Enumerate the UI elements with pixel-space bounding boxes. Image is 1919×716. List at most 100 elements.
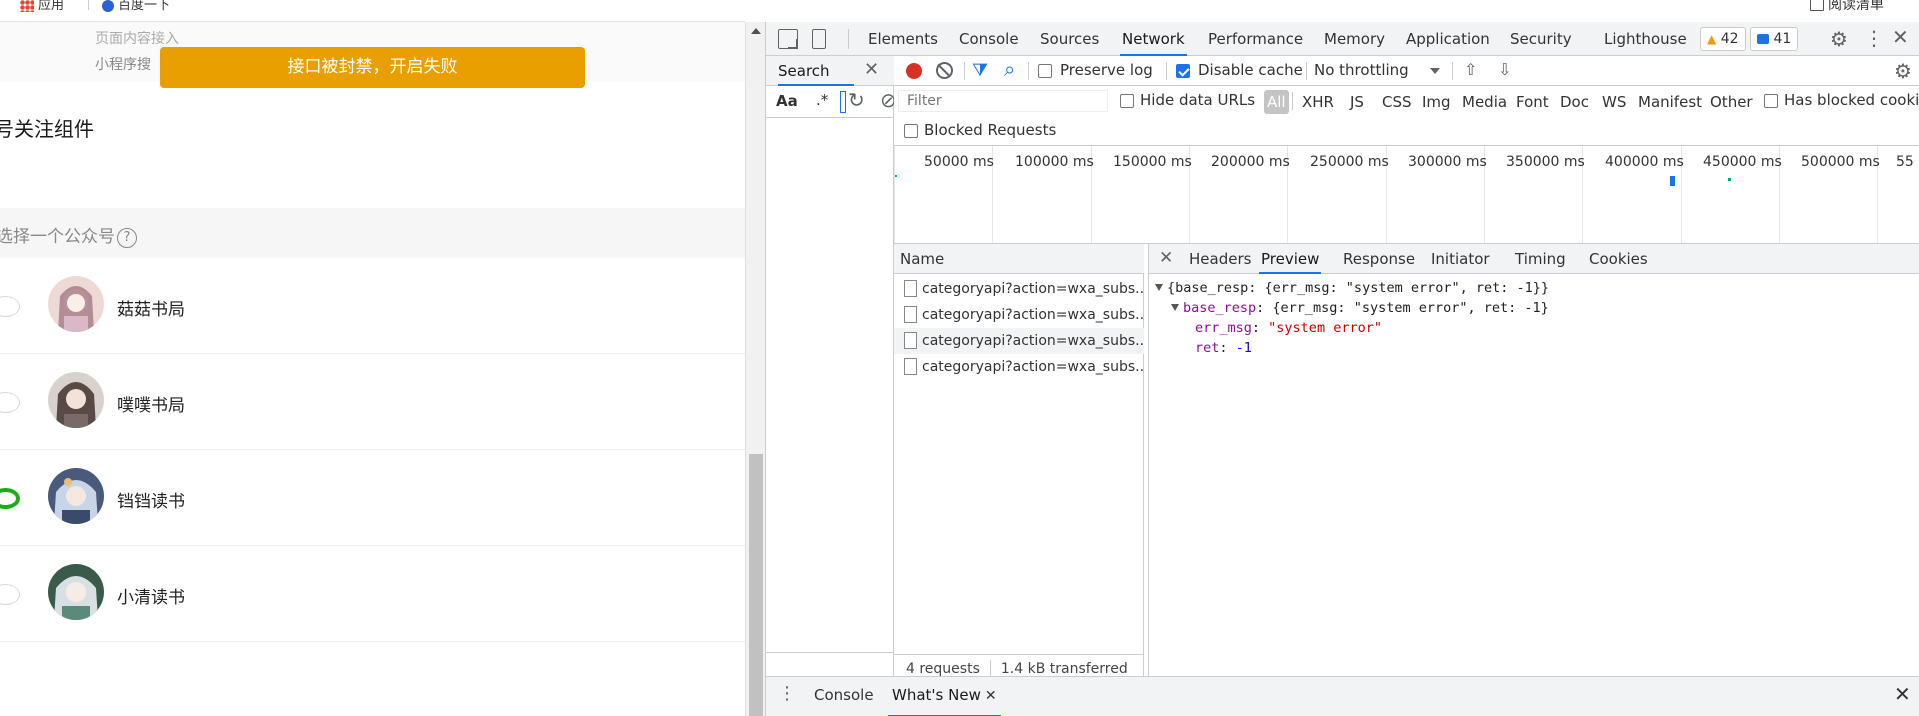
timeline-label: 400000 ms (1605, 154, 1684, 170)
json-root-line[interactable]: {base_resp: {err_msg: "system error", re… (1155, 278, 1549, 298)
tab-initiator[interactable]: Initiator (1429, 244, 1492, 274)
account-radio-selected[interactable] (0, 488, 20, 509)
close-drawer-icon[interactable]: ✕ (1894, 682, 1911, 706)
tab-network[interactable]: Network (1120, 22, 1187, 56)
tab-elements[interactable]: Elements (866, 22, 940, 56)
timeline-overview[interactable]: 50000 ms 100000 ms 150000 ms 200000 ms 2… (894, 146, 1919, 244)
disable-cache-checkbox[interactable] (1176, 64, 1190, 78)
drawer-tab-console[interactable]: Console (810, 677, 878, 716)
filter-input[interactable] (898, 90, 1108, 112)
type-filter-xhr[interactable]: XHR (1302, 90, 1334, 114)
drawer-menu-icon[interactable]: ⋮ (778, 683, 796, 704)
json-base-resp-line[interactable]: base_resp: {err_msg: "system error", ret… (1155, 298, 1549, 318)
tab-sources[interactable]: Sources (1038, 22, 1101, 56)
export-har-icon[interactable]: ⇩ (1498, 60, 1511, 79)
document-icon (904, 332, 917, 349)
tab-performance[interactable]: Performance (1206, 22, 1305, 56)
blocked-requests-checkbox[interactable] (904, 124, 918, 138)
tab-memory[interactable]: Memory (1322, 22, 1387, 56)
preserve-log-checkbox[interactable] (1038, 64, 1052, 78)
search-input[interactable] (840, 91, 846, 113)
record-icon[interactable] (906, 63, 922, 79)
tab-security[interactable]: Security (1508, 22, 1574, 56)
network-settings-icon[interactable]: ⚙ (1894, 59, 1912, 83)
request-row[interactable]: categoryapi?action=wxa_subs... (894, 354, 1144, 380)
throttling-select[interactable]: No throttling (1314, 61, 1409, 79)
json-err-msg-line: err_msg: "system error" (1195, 320, 1382, 336)
device-toolbar-icon[interactable] (812, 29, 826, 49)
account-radio[interactable] (0, 296, 20, 317)
avatar (48, 468, 104, 524)
account-radio[interactable] (0, 584, 20, 605)
close-devtools-icon[interactable]: ✕ (1892, 25, 1909, 49)
close-detail-icon[interactable]: ✕ (1159, 248, 1173, 268)
close-tab-icon[interactable]: ✕ (985, 688, 997, 704)
type-filter-media[interactable]: Media (1462, 90, 1507, 114)
chevron-down-icon[interactable] (1430, 68, 1440, 74)
submenu-item-content[interactable]: 页面内容接入 (95, 28, 179, 48)
tab-preview[interactable]: Preview (1259, 244, 1322, 274)
tab-console[interactable]: Console (957, 22, 1021, 56)
tab-response[interactable]: Response (1341, 244, 1417, 274)
settings-gear-icon[interactable]: ⚙ (1830, 27, 1848, 51)
request-row[interactable]: categoryapi?action=wxa_subs... (894, 276, 1144, 302)
account-radio[interactable] (0, 392, 20, 413)
json-preview: {base_resp: {err_msg: "system error", re… (1155, 278, 1549, 358)
match-case-button[interactable]: Aa (776, 92, 798, 110)
expand-triangle-icon[interactable] (1171, 304, 1179, 311)
tab-application[interactable]: Application (1404, 22, 1492, 56)
refresh-icon[interactable]: ↻ (848, 88, 865, 112)
type-filter-doc[interactable]: Doc (1560, 90, 1589, 114)
submenu-item-search[interactable]: 小程序搜 (95, 54, 151, 74)
bookmark-baidu[interactable]: 百度一下 (102, 0, 170, 13)
more-options-icon[interactable]: ⋮ (1864, 26, 1884, 50)
reading-list-button[interactable]: 阅读清单 (1810, 0, 1884, 14)
tab-cookies[interactable]: Cookies (1587, 244, 1650, 274)
request-row-selected[interactable]: categoryapi?action=wxa_subs... (894, 328, 1144, 354)
filter-funnel-icon[interactable]: ⧩ (972, 60, 988, 81)
search-pane-header: Search ✕ (766, 56, 894, 86)
request-row[interactable]: categoryapi?action=wxa_subs... (894, 302, 1144, 328)
regex-button[interactable]: .* (816, 91, 828, 109)
reading-list-icon (1810, 0, 1824, 11)
expand-triangle-icon[interactable] (1155, 284, 1163, 291)
messages-badge[interactable]: 41 (1750, 27, 1799, 51)
warnings-badge[interactable]: ▲ 42 (1700, 27, 1746, 51)
type-filter-font[interactable]: Font (1516, 90, 1549, 114)
tab-lighthouse[interactable]: Lighthouse (1602, 22, 1689, 56)
import-har-icon[interactable]: ⇧ (1464, 60, 1477, 79)
tab-timing[interactable]: Timing (1513, 244, 1568, 274)
inspect-element-icon[interactable] (778, 29, 798, 49)
account-row[interactable]: 铛铛读书 (0, 450, 745, 546)
page-scrollbar[interactable] (745, 22, 765, 716)
search-tab[interactable]: Search (778, 56, 854, 86)
hide-data-urls-checkbox[interactable] (1120, 94, 1134, 108)
error-toast: 接口被封禁，开启失败 (160, 47, 585, 88)
bookmark-apps[interactable]: 应用 (20, 0, 64, 13)
document-icon (904, 280, 917, 297)
tab-headers[interactable]: Headers (1187, 244, 1253, 274)
account-row[interactable]: 菇菇书局 (0, 258, 745, 354)
help-icon[interactable]: ? (117, 228, 137, 248)
type-filter-other[interactable]: Other (1710, 90, 1753, 114)
type-filter-ws[interactable]: WS (1602, 90, 1626, 114)
account-row[interactable]: 噗噗书局 (0, 354, 745, 450)
has-blocked-cookies-checkbox[interactable] (1764, 94, 1778, 108)
search-icon[interactable]: ⌕ (1004, 57, 1015, 81)
timeline-label: 55 (1896, 154, 1914, 170)
type-filter-manifest[interactable]: Manifest (1638, 90, 1702, 114)
scroll-up-arrow-icon[interactable] (751, 28, 761, 34)
type-filter-all[interactable]: All (1264, 90, 1289, 114)
divider (989, 660, 991, 676)
name-column-header[interactable]: Name (894, 244, 1144, 274)
drawer-tab-whats-new[interactable]: What's New ✕ (888, 677, 1001, 716)
type-filter-js[interactable]: JS (1350, 90, 1364, 114)
account-row[interactable]: 小清读书 (0, 546, 745, 642)
web-page: 应用 百度一下 页面内容接入 小程序搜 接口被封禁，开启失败 号关注组件 选择一… (0, 0, 745, 716)
type-filter-css[interactable]: CSS (1382, 90, 1412, 114)
scrollbar-thumb[interactable] (749, 454, 763, 716)
type-filter-img[interactable]: Img (1422, 90, 1451, 114)
close-search-icon[interactable]: ✕ (864, 59, 879, 80)
json-ret-line: ret: -1 (1195, 340, 1252, 356)
clear-log-icon[interactable] (936, 62, 953, 79)
